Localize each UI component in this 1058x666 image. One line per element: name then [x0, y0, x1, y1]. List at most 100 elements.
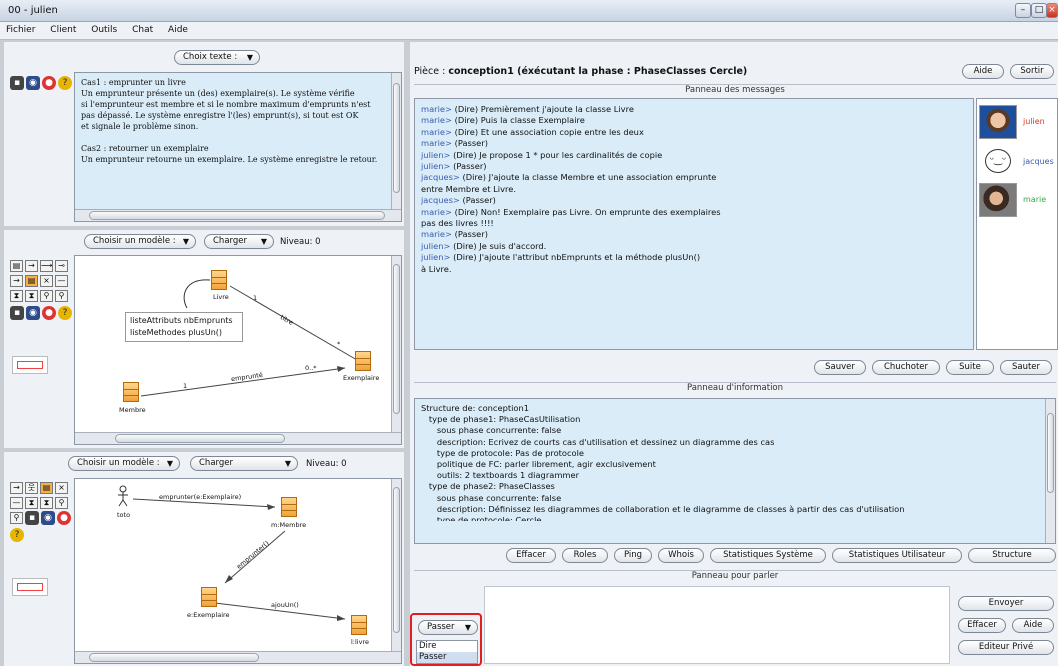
text-hscrollbar[interactable]: [75, 209, 401, 221]
diagram1-hscrollbar[interactable]: [75, 432, 401, 444]
info-line: type de phase1: PhaseCasUtilisation: [421, 414, 581, 425]
actor-tool-icon[interactable]: 웃: [25, 482, 38, 494]
class-diagram-canvas[interactable]: Livre Exemplaire Membre titre 1 * emprun…: [74, 255, 402, 445]
help-icon[interactable]: ?: [10, 528, 24, 542]
menu-outils[interactable]: Outils: [85, 22, 123, 35]
class-livre[interactable]: [211, 270, 227, 290]
maximize-button[interactable]: □: [1031, 3, 1047, 18]
next-button[interactable]: Suite: [946, 360, 994, 375]
case2-line1: Un emprunteur retourne un exemplaire. Le…: [81, 155, 378, 164]
zoom-out-icon[interactable]: ⚲: [55, 290, 68, 302]
info-scrollbar[interactable]: [1045, 399, 1055, 543]
talk-input[interactable]: [484, 586, 950, 664]
sort-up-icon[interactable]: ⧗: [10, 290, 23, 302]
option-dire[interactable]: Dire: [417, 641, 477, 652]
save-icon[interactable]: ▪: [25, 511, 39, 525]
minimap-icon[interactable]: [12, 356, 48, 374]
help-icon[interactable]: ?: [58, 306, 72, 320]
choose-model-select-1[interactable]: Choisir un modèle : ▼: [84, 234, 196, 249]
sort-up-icon[interactable]: ⧗: [25, 497, 38, 509]
user-stats-button[interactable]: Statistiques Utilisateur: [832, 548, 962, 563]
object-tool-icon[interactable]: ▤: [25, 275, 38, 287]
line-tool-icon[interactable]: —: [55, 275, 68, 287]
camera-icon[interactable]: ◉: [26, 306, 40, 320]
load-select-2[interactable]: Charger ▼: [190, 456, 298, 471]
help-talk-button[interactable]: Aide: [1012, 618, 1054, 633]
camera-icon[interactable]: ◉: [41, 511, 55, 525]
splitter[interactable]: [4, 226, 404, 230]
user-name-jacques[interactable]: jacques: [1023, 157, 1054, 166]
option-passer[interactable]: Passer: [417, 652, 477, 663]
clear-info-button[interactable]: Effacer: [506, 548, 556, 563]
whois-button[interactable]: Whois: [658, 548, 704, 563]
delete-tool-icon[interactable]: ×: [55, 482, 68, 494]
text-board[interactable]: Cas1 : emprunter un livre Un emprunteur …: [74, 72, 402, 222]
camera-icon[interactable]: ◉: [26, 76, 40, 90]
object-livre[interactable]: [351, 615, 367, 635]
zoom-out-icon[interactable]: ⚲: [10, 512, 23, 524]
arrow-tool-icon[interactable]: →: [10, 482, 23, 494]
save-messages-button[interactable]: Sauver: [814, 360, 866, 375]
zoom-in-icon[interactable]: ⚲: [55, 497, 68, 509]
line-tool-icon[interactable]: —: [10, 497, 23, 509]
class-tool-icon[interactable]: ▤: [10, 260, 23, 272]
structure-button[interactable]: Structure: [968, 548, 1056, 563]
minimize-button[interactable]: –: [1015, 3, 1031, 18]
system-stats-button[interactable]: Statistiques Système: [710, 548, 826, 563]
delete-tool-icon[interactable]: ×: [40, 275, 53, 287]
user-name-julien[interactable]: julien: [1023, 117, 1045, 126]
choose-model-select-2[interactable]: Choisir un modèle : ▼: [68, 456, 180, 471]
save-icon[interactable]: ▪: [10, 76, 24, 90]
minimap-icon[interactable]: [12, 578, 48, 596]
zoom-in-icon[interactable]: ⚲: [40, 290, 53, 302]
menu-chat[interactable]: Chat: [126, 22, 159, 35]
menu-fichier[interactable]: Fichier: [0, 22, 41, 35]
talk-mode-select[interactable]: Passer ▼: [418, 620, 478, 635]
association-tool-icon[interactable]: →: [25, 260, 38, 272]
help-icon[interactable]: ?: [58, 76, 72, 90]
stop-icon[interactable]: ●: [42, 76, 56, 90]
splitter[interactable]: [4, 448, 404, 452]
avatar-julien[interactable]: [979, 105, 1017, 139]
load-select-1[interactable]: Charger ▼: [204, 234, 274, 249]
exit-button[interactable]: Sortir: [1010, 64, 1054, 79]
menu-client[interactable]: Client: [44, 22, 82, 35]
save-icon[interactable]: ▪: [10, 306, 24, 320]
clear-talk-button[interactable]: Effacer: [958, 618, 1006, 633]
object-tool-icon[interactable]: ▤: [40, 482, 53, 494]
collaboration-diagram-canvas[interactable]: toto m:Membre e:Exemplaire l:livre empru…: [74, 478, 402, 664]
info-line: type de protocole: Pas de protocole: [421, 447, 585, 458]
avatar-marie[interactable]: [979, 183, 1017, 217]
avatar-jacques[interactable]: ᵕ‿ᵕ: [979, 145, 1017, 179]
user-name-marie[interactable]: marie: [1023, 195, 1046, 204]
close-button[interactable]: ×: [1046, 3, 1058, 18]
diagram2-vscrollbar[interactable]: [391, 479, 401, 651]
help-button[interactable]: Aide: [962, 64, 1004, 79]
sort-down-icon[interactable]: ⧗: [25, 290, 38, 302]
diagram1-vscrollbar[interactable]: [391, 256, 401, 432]
object-membre[interactable]: [281, 497, 297, 517]
info-line: description: Ecrivez de courts cas d'uti…: [421, 436, 775, 447]
sort-down-icon[interactable]: ⧗: [40, 497, 53, 509]
message-line: à Livre.: [421, 263, 452, 274]
choose-text-select[interactable]: Choix texte : ▼: [174, 50, 260, 65]
text-scrollbar[interactable]: [391, 73, 401, 209]
object-exemplaire[interactable]: [201, 587, 217, 607]
class-membre[interactable]: [123, 382, 139, 402]
stop-icon[interactable]: ●: [42, 306, 56, 320]
class-exemplaire[interactable]: [355, 351, 371, 371]
private-editor-button[interactable]: Editeur Privé: [958, 640, 1054, 655]
talk-panel-title: Panneau pour parler: [414, 570, 1056, 582]
info-line: type de protocole: Cercle: [421, 515, 542, 522]
diagram2-hscrollbar[interactable]: [75, 651, 401, 663]
menu-aide[interactable]: Aide: [162, 22, 194, 35]
stop-icon[interactable]: ●: [57, 511, 71, 525]
ping-button[interactable]: Ping: [614, 548, 652, 563]
whisper-button[interactable]: Chuchoter: [872, 360, 940, 375]
roles-button[interactable]: Roles: [562, 548, 608, 563]
skip-button[interactable]: Sauter: [1000, 360, 1052, 375]
link-tool-icon[interactable]: ⊸: [55, 260, 68, 272]
send-button[interactable]: Envoyer: [958, 596, 1054, 611]
arrow-tool-icon[interactable]: ⟶: [40, 260, 53, 272]
generalization-tool-icon[interactable]: →: [10, 275, 23, 287]
